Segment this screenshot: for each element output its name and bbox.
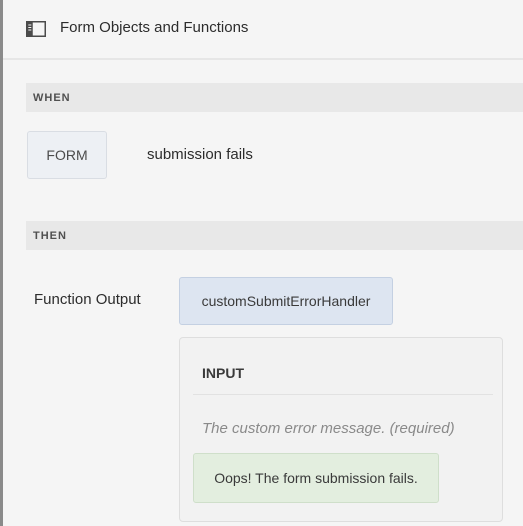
action-type-label[interactable]: Function Output [34,291,141,308]
then-label: THEN [33,230,67,242]
form-object-chip[interactable]: FORM [27,131,107,179]
function-chip[interactable]: customSubmitErrorHandler [179,277,393,325]
function-input-card: INPUT The custom error message. (require… [179,337,503,522]
then-section-header: THEN [26,221,523,250]
when-section-header: WHEN [26,83,523,112]
event-condition[interactable]: submission fails [147,146,253,163]
panel-title: Form Objects and Functions [60,19,249,36]
panel-header: Form Objects and Functions [3,0,523,60]
input-heading: INPUT [202,365,244,381]
error-message-value[interactable]: Oops! The form submission fails. [193,453,439,503]
when-label: WHEN [33,92,71,104]
input-divider [193,394,493,395]
input-hint: The custom error message. (required) [202,420,455,437]
panel-toggle-icon[interactable] [26,21,46,37]
